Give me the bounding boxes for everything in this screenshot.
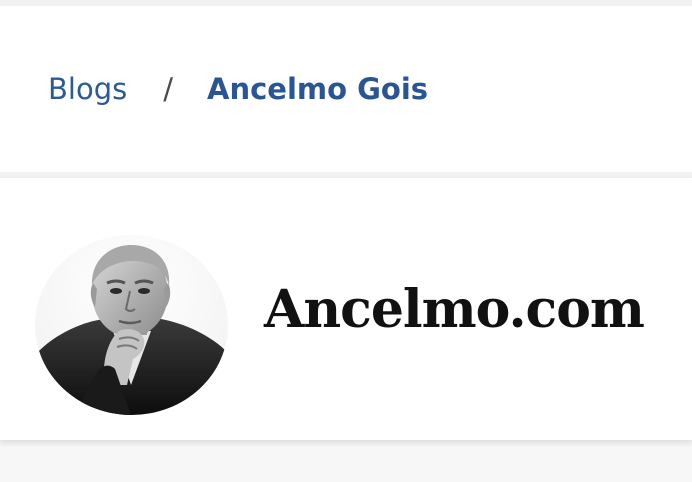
page-background — [0, 446, 692, 482]
breadcrumb: Blogs / Ancelmo Gois — [48, 70, 428, 108]
breadcrumb-separator: / — [163, 72, 173, 106]
blog-title[interactable]: Ancelmo.com — [264, 280, 645, 340]
columnist-avatar[interactable] — [35, 235, 228, 415]
breadcrumb-blogs-link[interactable]: Blogs — [48, 72, 127, 106]
breadcrumb-current: Ancelmo Gois — [207, 72, 429, 106]
blog-header-card: Ancelmo.com — [0, 178, 692, 440]
breadcrumb-bar: Blogs / Ancelmo Gois — [0, 6, 692, 172]
columnist-portrait-icon — [35, 235, 228, 415]
